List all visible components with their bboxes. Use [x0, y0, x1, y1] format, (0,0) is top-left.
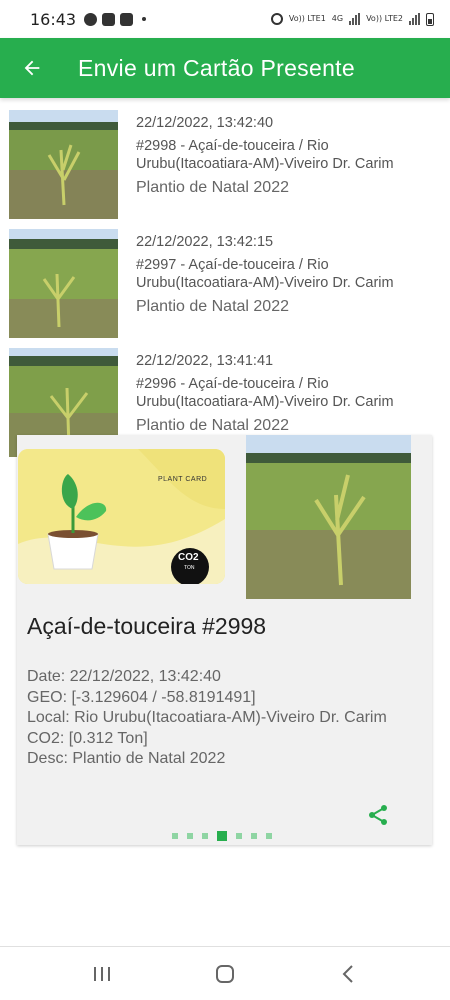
list-item-subtitle: Plantio de Natal 2022: [136, 298, 289, 315]
pager-dot-active[interactable]: [217, 831, 227, 841]
pager-dot[interactable]: [266, 833, 272, 839]
sim1-label: Vo)) LTE1: [288, 14, 326, 23]
recents-button[interactable]: [82, 954, 122, 994]
co2-badge-label: CO2: [178, 552, 199, 563]
pager-dot[interactable]: [236, 833, 242, 839]
battery-icon: [426, 12, 434, 26]
list-item-date: 22/12/2022, 13:42:40: [136, 115, 274, 131]
pager-dot[interactable]: [172, 833, 178, 839]
plant-card-image[interactable]: PLANT CARD CO2 TON: [18, 449, 225, 584]
back-button[interactable]: [12, 48, 52, 88]
detail-geo: GEO: [-3.129604 / -58.8191491]: [27, 688, 256, 706]
list-item-subtitle: Plantio de Natal 2022: [136, 179, 289, 196]
list-item[interactable]: 22/12/2022, 13:42:15 #2997 - Açaí-de-tou…: [0, 229, 450, 348]
plant-title: Açaí-de-touceira #2998: [27, 613, 267, 639]
notification-icons: [84, 12, 147, 26]
list-item-text: 22/12/2022, 13:42:15 #2997 - Açaí-de-tou…: [136, 229, 426, 348]
plant-thumbnail[interactable]: [9, 229, 118, 338]
app-bar: Envie um Cartão Presente: [0, 38, 450, 98]
plant-thumbnail[interactable]: [9, 110, 118, 219]
detail-local: Local: Rio Urubu(Itacoatiara-AM)-Viveiro…: [27, 709, 387, 726]
plant-card-label: PLANT CARD: [158, 476, 208, 483]
detail-desc: Desc: Plantio de Natal 2022: [27, 750, 226, 767]
signal-icon-2: [409, 13, 420, 25]
more-notifications-icon: [142, 17, 147, 21]
home-icon: [215, 964, 234, 983]
status-bar: 16:43 Vo)) LTE1 4G Vo)) LTE2: [0, 0, 450, 38]
home-button[interactable]: [205, 954, 245, 994]
system-nav-bar: [0, 947, 450, 1000]
whatsapp-icon: [84, 12, 98, 26]
list-item[interactable]: 22/12/2022, 13:42:40 #2998 - Açaí-de-tou…: [0, 110, 450, 229]
network-type-label: 4G: [331, 14, 344, 23]
list-item-title: #2997 - Açaí-de-touceira / Rio Urubu(Ita…: [136, 257, 394, 291]
sim2-indicator: Vo)) LTE2: [366, 15, 403, 23]
list-item-subtitle: Plantio de Natal 2022: [136, 417, 289, 434]
detail-co2: CO2: [0.312 Ton]: [27, 729, 148, 747]
list-item-title: #2998 - Açaí-de-touceira / Rio Urubu(Ita…: [136, 138, 394, 172]
pager-dot[interactable]: [251, 833, 257, 839]
nav-back-button[interactable]: [328, 954, 368, 994]
pager-dots[interactable]: [172, 831, 272, 841]
sim2-label: Vo)) LTE2: [366, 14, 403, 23]
sim1-indicator: Vo)) LTE1: [289, 15, 326, 23]
co2-badge-unit: TON: [184, 565, 195, 571]
detail-date: Date: 22/12/2022, 13:42:40: [27, 668, 221, 685]
share-button[interactable]: [366, 803, 390, 827]
pager-dot[interactable]: [202, 833, 208, 839]
network-type-indicator: 4G: [332, 15, 343, 23]
signal-icon: [349, 13, 361, 25]
alarm-icon: [270, 13, 283, 25]
status-time: 16:43: [30, 9, 77, 29]
plant-list[interactable]: 22/12/2022, 13:42:40 #2998 - Açaí-de-tou…: [0, 110, 450, 467]
gallery-icon: [102, 12, 116, 26]
plant-details: Date: 22/12/2022, 13:42:40 GEO: [-3.1296…: [27, 667, 417, 777]
recents-icon: [93, 966, 110, 981]
pager-dot[interactable]: [187, 833, 193, 839]
page-title: Envie um Cartão Presente: [78, 54, 355, 81]
instagram-icon: [120, 12, 134, 26]
list-item-date: 22/12/2022, 13:42:15: [136, 234, 274, 250]
list-item-text: 22/12/2022, 13:42:40 #2998 - Açaí-de-tou…: [136, 110, 426, 229]
list-item-date: 22/12/2022, 13:41:41: [136, 353, 274, 369]
list-item-title: #2996 - Açaí-de-touceira / Rio Urubu(Ita…: [136, 376, 394, 410]
plant-detail-card[interactable]: PLANT CARD CO2 TON Açaí-de-touceira #299…: [17, 435, 432, 845]
system-icons: Vo)) LTE1 4G Vo)) LTE2: [270, 12, 434, 26]
nav-back-icon: [342, 964, 354, 983]
plant-photo[interactable]: [246, 435, 411, 599]
share-icon: [369, 805, 387, 825]
arrow-left-icon: [24, 60, 40, 76]
